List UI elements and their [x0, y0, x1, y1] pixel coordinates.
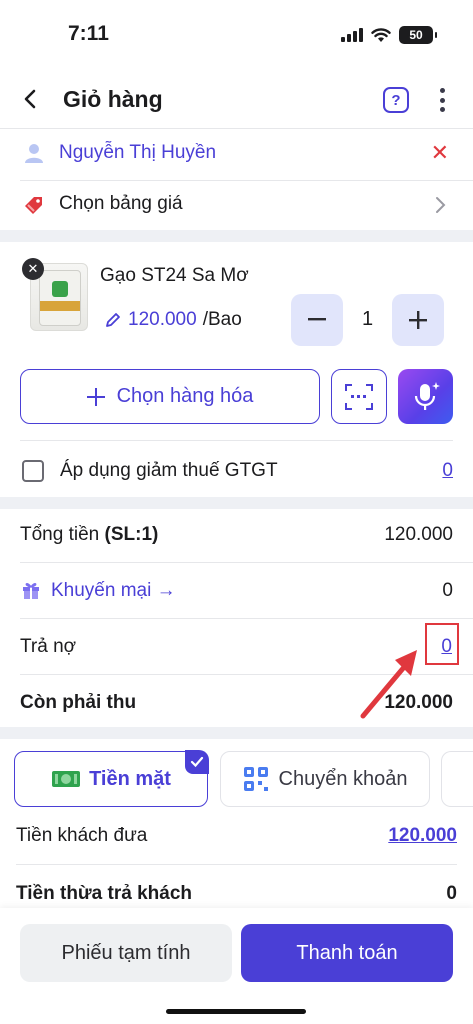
cart-item: ✕ Gạo ST24 Sa Mơ 120.000/Bao 1	[0, 245, 473, 355]
payment-cash-label: Tiền mặt	[89, 767, 171, 790]
qr-code-icon	[243, 767, 268, 791]
brand-band	[40, 301, 80, 311]
remove-customer-icon[interactable]: ✕	[431, 142, 449, 164]
amount-given-value[interactable]: 120.000	[388, 825, 457, 847]
change-label: Tiền thừa trả khách	[16, 883, 193, 904]
payment-cash-tab[interactable]: Tiền mặt	[14, 750, 209, 807]
scan-icon	[345, 383, 373, 410]
checkout-button[interactable]: Thanh toán	[241, 924, 453, 982]
debt-payment-label: Trả nợ	[20, 636, 77, 657]
change-row: Tiền thừa trả khách 0	[0, 870, 473, 910]
change-value: 0	[446, 883, 457, 904]
customer-name[interactable]: Nguyễn Thị Huyền	[59, 142, 216, 164]
promotion-value: 0	[442, 580, 453, 601]
amount-due-label: Còn phải thu	[20, 692, 137, 713]
section-separator	[0, 230, 473, 242]
page-title: Giỏ hàng	[63, 86, 163, 112]
product-unit: /Bao	[202, 309, 242, 330]
payment-more-tab[interactable]	[441, 751, 473, 807]
chevron-left-icon	[24, 89, 36, 109]
product-price-value: 120.000	[128, 309, 197, 330]
gift-icon	[23, 583, 39, 599]
status-icons: 50	[341, 26, 437, 44]
payment-transfer-label: Chuyển khoản	[278, 767, 408, 790]
total-label-text: Tổng tiền	[20, 524, 100, 545]
rice-bag-image	[39, 270, 81, 326]
product-price-edit[interactable]: 120.000/Bao	[104, 309, 242, 331]
footer-bar: Phiếu tạm tính Thanh toán	[0, 908, 473, 1024]
app-header: Giỏ hàng ?	[0, 70, 473, 128]
payment-method-tabs: Tiền mặt Chuyển khoản	[14, 750, 473, 807]
customer-row[interactable]: Nguyễn Thị Huyền ✕	[0, 128, 473, 180]
quantity-value[interactable]: 1	[343, 308, 392, 331]
more-options-button[interactable]	[432, 85, 452, 115]
pencil-icon	[106, 313, 120, 327]
home-indicator	[166, 1009, 306, 1014]
amount-given-row: Tiền khách đưa 120.000	[0, 810, 473, 862]
help-button[interactable]: ?	[383, 87, 409, 113]
status-bar: 7:11 50	[0, 0, 473, 70]
plus-icon	[86, 387, 105, 406]
user-icon	[25, 144, 43, 163]
total-quantity: (SL:1)	[104, 524, 159, 545]
dot-icon	[439, 88, 445, 93]
microphone-icon	[414, 381, 440, 410]
vat-discount-label: Áp dụng giảm thuế GTGT	[60, 460, 278, 481]
cash-icon	[52, 771, 81, 787]
highlight-box	[425, 623, 459, 665]
increase-quantity-button[interactable]	[392, 294, 444, 346]
plus-icon	[409, 311, 427, 329]
brand-logo	[52, 281, 68, 297]
total-row: Tổng tiền (SL:1) 120.000	[0, 507, 473, 563]
price-list-label: Chọn bảng giá	[59, 193, 183, 214]
voice-input-button[interactable]	[398, 369, 453, 424]
amount-given-label: Tiền khách đưa	[16, 825, 148, 846]
decrease-quantity-button[interactable]	[291, 294, 343, 346]
barcode-scan-button[interactable]	[331, 369, 387, 424]
divider	[20, 440, 453, 441]
promotion-link[interactable]: Khuyến mại →	[51, 580, 176, 602]
payment-transfer-tab[interactable]: Chuyển khoản	[220, 751, 430, 807]
chevron-right-icon	[436, 197, 446, 213]
promotion-row[interactable]: Khuyến mại → 0	[0, 563, 473, 619]
status-time: 7:11	[68, 22, 109, 45]
vat-discount-row: Áp dụng giảm thuế GTGT 0	[0, 445, 473, 497]
back-button[interactable]	[18, 85, 44, 113]
section-separator	[0, 727, 473, 739]
minus-icon	[308, 318, 326, 321]
total-value: 120.000	[384, 524, 453, 545]
wifi-icon	[371, 27, 391, 42]
dot-icon	[439, 97, 445, 103]
selected-check-icon	[185, 750, 209, 774]
product-name: Gạo ST24 Sa Mơ	[100, 265, 249, 286]
choose-goods-button[interactable]: Chọn hàng hóa	[20, 369, 320, 424]
price-list-row[interactable]: Chọn bảng giá	[0, 180, 473, 230]
vat-discount-value[interactable]: 0	[442, 460, 453, 482]
cellular-signal-icon	[341, 28, 363, 42]
battery-icon: 50	[399, 26, 437, 44]
annotation-arrow-icon	[360, 650, 417, 719]
divider	[16, 864, 457, 865]
remove-item-button[interactable]: ✕	[22, 258, 44, 280]
total-label: Tổng tiền (SL:1)	[20, 524, 158, 546]
price-tag-icon	[25, 197, 42, 214]
choose-goods-label: Chọn hàng hóa	[116, 385, 254, 407]
draft-invoice-button[interactable]: Phiếu tạm tính	[20, 924, 232, 982]
dot-icon	[439, 107, 445, 112]
vat-discount-checkbox[interactable]	[22, 460, 44, 482]
